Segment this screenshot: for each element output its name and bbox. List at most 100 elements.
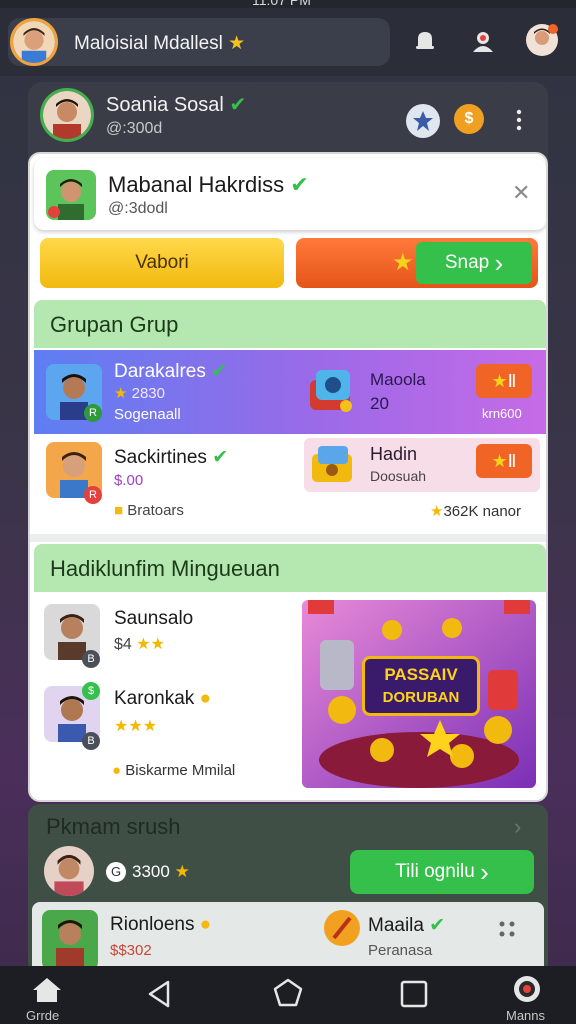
rank-badge[interactable]: ★Ⅱ [476, 364, 532, 398]
sheet-header-handle: @:3dodl [108, 200, 168, 217]
star-icon: ★ [392, 249, 414, 276]
badge-icon[interactable] [406, 104, 440, 138]
row-meta: $4 ★★ [114, 636, 165, 653]
button-label: Tili ognilu [395, 861, 475, 882]
item-value: Doosuah [370, 468, 427, 484]
snap-button[interactable]: ★ Snap › [296, 238, 538, 288]
list-item[interactable]: Rionloens ● $$302 Maaila ✔ Peranasa [32, 902, 544, 974]
sheet-header-name: Mabanal Hakrdiss ✔ [108, 172, 309, 197]
row-badge: R [84, 486, 102, 504]
row-sub: ■ Bratoars [114, 502, 184, 519]
list-item[interactable]: R Sackirtines ✔ $.00 ■ Bratoars Hadin Do… [34, 434, 546, 528]
coin-balance: 3300 ★ [132, 862, 190, 881]
friend-avatar[interactable] [40, 88, 94, 142]
nav-home-label: Grrde [26, 1008, 60, 1023]
bottom-avatar[interactable] [44, 846, 94, 896]
row-badge: R [84, 404, 102, 422]
row-badge: B [82, 732, 100, 750]
status-time: 11:07 PM [252, 0, 311, 8]
item-value: 20 [370, 394, 389, 413]
list-item[interactable]: R Darakalres ✔ ★ 2830 Sogenaall Maoola 2… [34, 350, 546, 434]
promo-label: PASSAIV DORUBAN [362, 656, 480, 716]
row-name: Darakalres ✔ [114, 361, 228, 382]
row-badge: $ [82, 682, 100, 700]
section-hadiklunfim-header: Hadiklunfim Mingueuan [34, 544, 546, 592]
item-thumbnail [308, 440, 358, 490]
verified-check-icon: ✔ [429, 915, 446, 936]
item-meta: ★362K nanor [430, 503, 522, 520]
row-name: Rionloens ● [110, 914, 212, 935]
sheet-header: Mabanal Hakrdiss ✔ @:3dodl ✕ [34, 158, 546, 230]
row-rating: ★★★ [114, 718, 158, 735]
more-icon[interactable] [514, 108, 524, 132]
promo-line2: DORUBAN [382, 689, 460, 706]
chevron-right-icon: › [494, 247, 504, 278]
detail-sheet: Mabanal Hakrdiss ✔ @:3dodl ✕ Vabori ★ Sn… [28, 152, 548, 802]
row-meta: $$302 [110, 942, 152, 959]
row-avatar [42, 910, 98, 970]
coin-icon: G [106, 862, 126, 882]
verified-check-icon: ✔ [212, 447, 229, 468]
nav-menu-label: Manns [506, 1008, 546, 1023]
coin-icon: ● [199, 688, 212, 709]
item-thumbnail [304, 362, 360, 418]
section-divider [30, 534, 546, 542]
verified-check-icon: ✔ [290, 172, 309, 197]
slash-icon [324, 910, 360, 946]
home-button-icon[interactable] [270, 976, 306, 1012]
row-right-title: Maaila ✔ [368, 915, 446, 936]
coin-icon[interactable]: $ [454, 104, 484, 134]
verified-star-icon: ★ [228, 33, 246, 54]
row-meta: ★ 2830 [114, 385, 165, 402]
status-bar: 11:07 PM [0, 0, 576, 8]
section-footer: ● Biskarme Mmilal [112, 762, 236, 779]
chevron-right-icon[interactable]: › [514, 814, 521, 840]
section-title: Grupan Grup [50, 312, 179, 337]
section-grupan-header: Grupan Grup [34, 300, 546, 348]
profile-avatar[interactable] [10, 18, 58, 66]
star-icon: ★ [491, 451, 508, 471]
promo-line1: PASSAIV [384, 665, 458, 684]
top-bar: Maloisial Mdallesl ★ [0, 8, 576, 76]
row-meta: $.00 [114, 472, 144, 489]
item-title: Hadin [370, 444, 418, 464]
back-icon[interactable] [142, 976, 178, 1012]
bottom-card-title: Pkmam srush [46, 814, 181, 839]
bell-icon[interactable] [410, 26, 440, 56]
home-icon[interactable] [28, 974, 66, 1006]
header-avatar[interactable] [46, 170, 96, 220]
item-meta: krn600 [482, 406, 522, 421]
verified-check-icon: ✔ [229, 94, 247, 116]
chevron-right-icon: › [480, 856, 489, 887]
row-name: Karonkak ● [114, 688, 212, 709]
profile-name: Maloisial Mdallesl ★ [74, 33, 246, 54]
promo-banner[interactable]: PASSAIV DORUBAN [302, 600, 536, 788]
coin-icon: ● [199, 914, 212, 935]
friend-handle: @:300d [106, 120, 163, 137]
close-icon[interactable]: ✕ [512, 180, 530, 206]
system-nav-bar: Grrde Manns [0, 966, 576, 1024]
grid-icon[interactable] [498, 920, 516, 938]
snap-label: Snap [444, 252, 490, 273]
section-title: Hadiklunfim Mingueuan [50, 556, 280, 581]
list-item[interactable]: $ B Karonkak ● ★★★ [34, 682, 294, 762]
row-badge: B [82, 650, 100, 668]
row-right-meta: Peranasa [368, 942, 433, 959]
account-avatar-icon[interactable] [524, 22, 560, 58]
item-title: Maoola [370, 370, 426, 389]
star-icon: ★ [491, 371, 508, 391]
recent-icon[interactable] [398, 978, 430, 1010]
verified-check-icon: ✔ [211, 361, 228, 382]
row-name: Saunsalo [114, 608, 194, 629]
rank-badge[interactable]: ★Ⅱ [476, 444, 532, 478]
bottom-card: Pkmam srush › G 3300 ★ Tili ognilu › Rio… [28, 804, 548, 974]
bottom-card-button[interactable]: Tili ognilu › [350, 850, 534, 894]
menu-icon[interactable] [510, 972, 544, 1006]
profile-pill[interactable]: Maloisial Mdallesl ★ [8, 18, 390, 66]
snap-button-inner: Snap › [416, 242, 532, 284]
friend-name: Soania Sosal ✔ [106, 94, 247, 116]
vabori-button[interactable]: Vabori [40, 238, 284, 288]
list-item[interactable]: B Saunsalo $4 ★★ [34, 600, 294, 670]
alert-icon[interactable] [468, 26, 498, 56]
row-name: Sackirtines ✔ [114, 447, 229, 468]
